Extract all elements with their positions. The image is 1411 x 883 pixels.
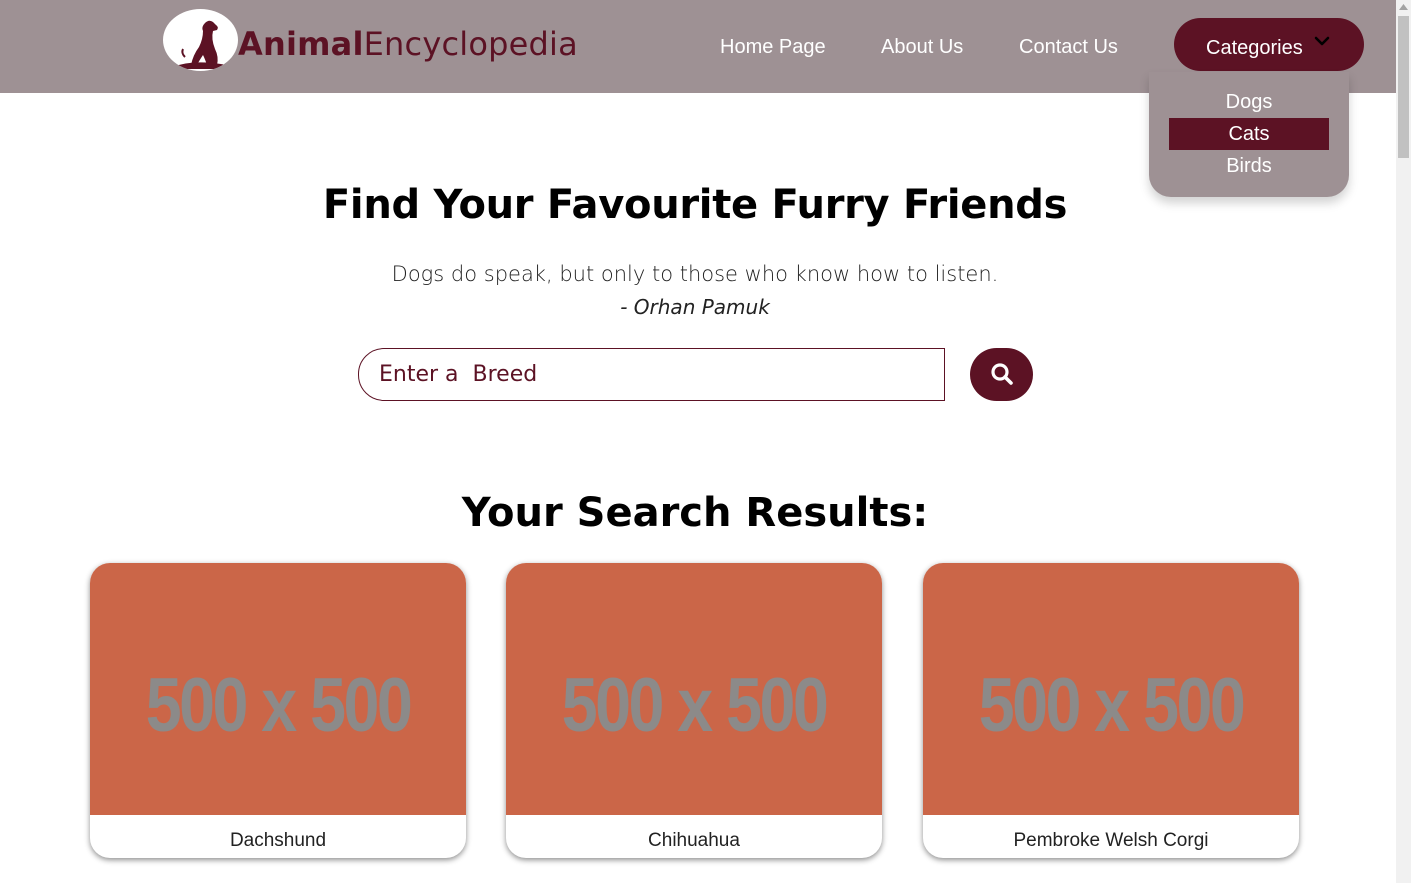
page-scrollbar[interactable] [1396, 0, 1411, 883]
hero-quote-author: - Orhan Pamuk [620, 295, 770, 319]
card-image-placeholder-text: 500 x 500 [978, 663, 1246, 748]
card-image-placeholder: 500 x 500 [90, 563, 466, 815]
scrollbar-thumb[interactable] [1398, 16, 1409, 158]
brand-name-light: Encyclopedia [363, 25, 578, 63]
results-title: Your Search Results: [461, 490, 929, 536]
brand-name-bold: Animal [238, 25, 364, 63]
chevron-down-icon [1314, 33, 1330, 54]
categories-dropdown-menu: Dogs Cats Birds [1149, 72, 1349, 197]
categories-label: Categories [1206, 37, 1303, 59]
breed-search-input[interactable] [358, 348, 945, 401]
brand-name[interactable]: AnimalEncyclopedia [238, 25, 578, 63]
result-card-pembroke-welsh-corgi[interactable]: 500 x 500 Pembroke Welsh Corgi [923, 563, 1299, 858]
nav-about-link[interactable]: About Us [881, 35, 963, 59]
card-image-placeholder: 500 x 500 [923, 563, 1299, 815]
search-button[interactable] [970, 348, 1033, 401]
scroll-up-arrow-icon[interactable] [1399, 4, 1408, 10]
dropdown-item-cats[interactable]: Cats [1169, 118, 1329, 150]
hero-title: Find Your Favourite Furry Friends [322, 182, 1068, 228]
nav-home-link[interactable]: Home Page [720, 35, 826, 59]
result-card-dachshund[interactable]: 500 x 500 Dachshund [90, 563, 466, 858]
result-card-chihuahua[interactable]: 500 x 500 Chihuahua [506, 563, 882, 858]
categories-button[interactable]: Categories [1174, 18, 1364, 71]
hero-quote: Dogs do speak, but only to those who kno… [391, 262, 999, 286]
card-image-placeholder-text: 500 x 500 [145, 663, 413, 748]
card-name: Chihuahua [648, 830, 740, 851]
card-name: Dachshund [229, 830, 327, 851]
card-name: Pembroke Welsh Corgi [1013, 830, 1209, 851]
search-icon [991, 363, 1013, 385]
card-image-placeholder: 500 x 500 [506, 563, 882, 815]
dropdown-item-birds[interactable]: Birds [1169, 150, 1329, 182]
dropdown-item-dogs[interactable]: Dogs [1169, 86, 1329, 118]
nav-contact-link[interactable]: Contact Us [1019, 35, 1118, 59]
card-image-placeholder-text: 500 x 500 [561, 663, 829, 748]
dog-logo-icon[interactable] [163, 9, 238, 71]
